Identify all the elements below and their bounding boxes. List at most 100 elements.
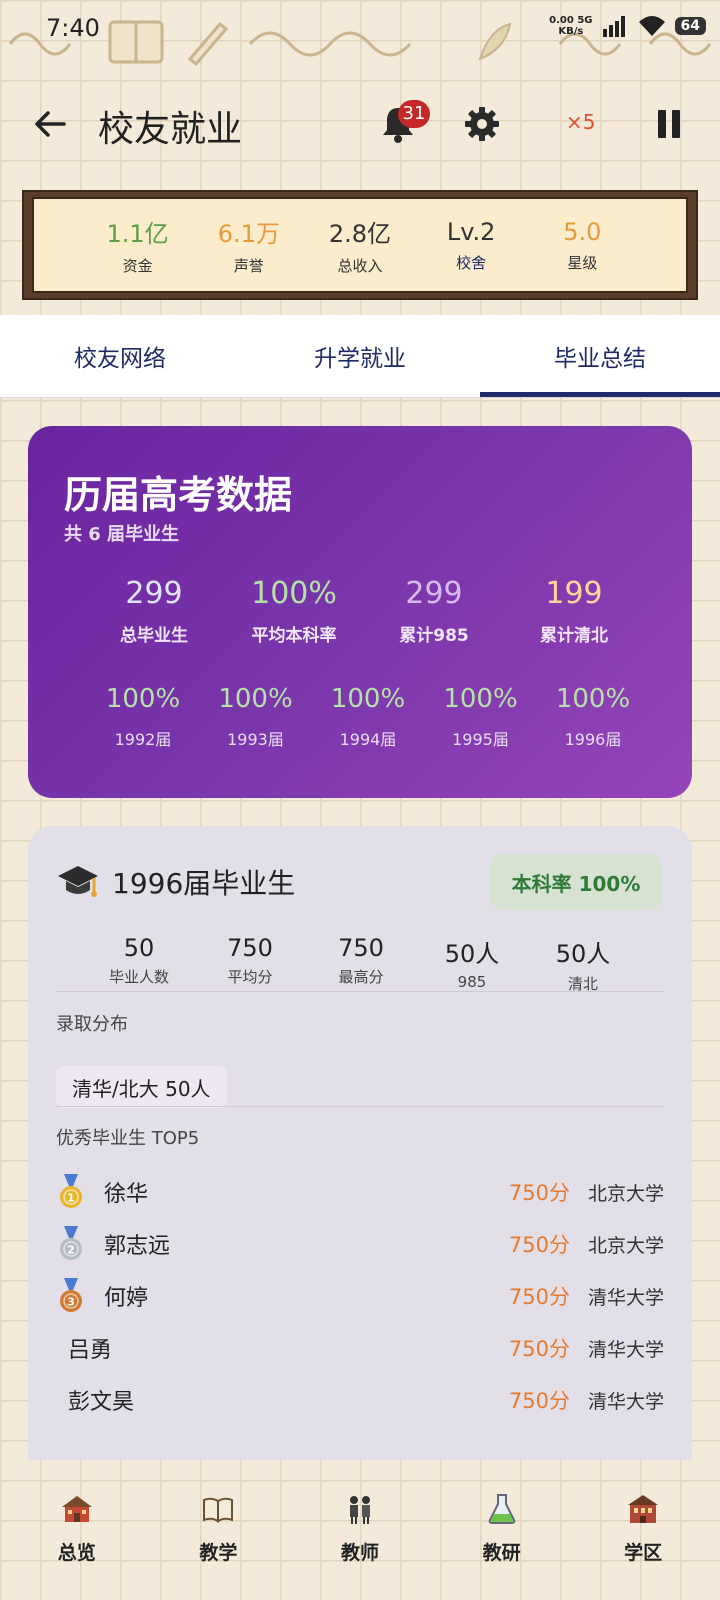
signal-icon bbox=[602, 16, 625, 37]
gear-icon bbox=[465, 107, 499, 141]
resource-stat-value: 6.1万 bbox=[217, 220, 280, 248]
student-school: 清华大学 bbox=[587, 1338, 664, 1361]
net-speed: 0.00 5G KB/s bbox=[549, 15, 593, 37]
top-student-row: 3 何婷 750分 清华大学 bbox=[56, 1270, 664, 1322]
status-time: 7:40 bbox=[46, 14, 100, 42]
summary-stat-label: 总毕业生 bbox=[120, 626, 188, 646]
student-name: 郭志远 bbox=[104, 1234, 171, 1259]
class-stat-label: 985 bbox=[457, 973, 487, 991]
year-rate: 100% 1994届 bbox=[313, 684, 423, 750]
resource-stat: Lv.2 校舍 bbox=[421, 199, 521, 291]
tab-bar: 校友网络 升学就业 毕业总结 bbox=[0, 315, 720, 397]
school-house-icon bbox=[60, 1492, 94, 1526]
student-school: 清华大学 bbox=[587, 1390, 664, 1413]
class-stat: 750 最高分 bbox=[306, 934, 416, 994]
nav-label: 教学 bbox=[199, 1542, 238, 1564]
summary-stat-value: 299 bbox=[405, 576, 463, 611]
nav-item-3[interactable]: 教师 bbox=[290, 1470, 430, 1600]
resource-stats-board: 1.1亿 资金 6.1万 声誉 2.8亿 总收入 Lv.2 校舍 5.0 星级 bbox=[22, 190, 698, 300]
student-school: 清华大学 bbox=[587, 1286, 664, 1309]
year-rate: 100% 1993届 bbox=[201, 684, 311, 750]
teachers-icon bbox=[343, 1492, 377, 1526]
tab-3[interactable]: 毕业总结 bbox=[480, 315, 720, 397]
medal-icon: 2 bbox=[56, 1226, 86, 1262]
wifi-icon bbox=[638, 16, 665, 36]
nav-item-4[interactable]: 教研 bbox=[432, 1470, 572, 1600]
bottom-navigation: 总览 教学 教师 教研 学区 bbox=[0, 1470, 720, 1600]
class-stat-label: 平均分 bbox=[227, 968, 273, 986]
student-school: 北京大学 bbox=[587, 1182, 664, 1205]
summary-title: 历届高考数据 bbox=[64, 473, 293, 517]
summary-stats: 299 总毕业生 100% 平均本科率 299 累计985 199 累计清北 bbox=[84, 576, 644, 646]
student-score: 750分 bbox=[508, 1389, 570, 1413]
resource-stat-value: Lv.2 bbox=[446, 217, 496, 246]
tab-2[interactable]: 升学就业 bbox=[240, 315, 480, 397]
summary-stat: 100% 平均本科率 bbox=[224, 576, 364, 646]
class-stat: 50 毕业人数 bbox=[84, 934, 194, 994]
nav-item-5[interactable]: 学区 bbox=[573, 1470, 713, 1600]
year-rate-label: 1993届 bbox=[227, 730, 284, 749]
tab-1[interactable]: 校友网络 bbox=[0, 315, 240, 397]
back-button[interactable] bbox=[30, 104, 70, 144]
admission-chip: 清华/北大 50人 bbox=[56, 1066, 227, 1108]
student-school: 北京大学 bbox=[587, 1234, 664, 1257]
nav-label: 学区 bbox=[624, 1542, 663, 1564]
resource-stat-label: 总收入 bbox=[337, 257, 383, 275]
pause-icon bbox=[658, 110, 666, 138]
class-stat-value: 50人 bbox=[555, 940, 611, 968]
summary-stat: 299 累计985 bbox=[364, 576, 504, 646]
arrow-left-icon bbox=[35, 111, 66, 137]
summary-stat-label: 累计清北 bbox=[540, 626, 608, 646]
summary-stat-value: 100% bbox=[251, 576, 337, 611]
summary-stat-value: 299 bbox=[125, 576, 183, 611]
resource-stat: 6.1万声誉 bbox=[199, 199, 299, 291]
student-score: 750分 bbox=[508, 1337, 570, 1361]
resource-stat: 1.1亿 资金 bbox=[88, 199, 188, 291]
top-student-row: 1 徐华 750分 北京大学 bbox=[56, 1166, 664, 1218]
nav-label: 教师 bbox=[340, 1542, 379, 1564]
resource-stat-label: 声誉 bbox=[233, 257, 264, 275]
resource-stat: 5.0 星级 bbox=[532, 199, 632, 291]
resource-stat-label: 校舍 bbox=[456, 253, 487, 272]
class-stat: 50人 清北 bbox=[528, 934, 638, 994]
year-rate-value: 100% bbox=[555, 684, 631, 714]
student-name: 徐华 bbox=[104, 1182, 149, 1207]
year-rate-label: 1992届 bbox=[114, 730, 172, 749]
summary-subtitle: 共 6 届毕业生 bbox=[64, 524, 180, 545]
year-rate-label: 1995届 bbox=[452, 730, 509, 749]
class-stat: 50人 985 bbox=[417, 934, 527, 994]
open-book-icon bbox=[201, 1492, 235, 1526]
year-rate: 100% 1995届 bbox=[426, 684, 536, 750]
summary-stat-label: 平均本科率 bbox=[251, 626, 337, 646]
page-title: 校友就业 bbox=[98, 109, 243, 150]
nav-item-2[interactable]: 教学 bbox=[148, 1470, 288, 1600]
tab-divider bbox=[0, 397, 720, 398]
flask-icon bbox=[485, 1492, 519, 1526]
battery-indicator: 64 bbox=[674, 17, 706, 35]
class-stat-value: 750 bbox=[227, 934, 273, 962]
year-rate-value: 100% bbox=[330, 684, 406, 714]
nav-label: 总览 bbox=[57, 1542, 96, 1564]
summary-stat: 199 累计清北 bbox=[504, 576, 644, 646]
yearly-rates: 100% 1992届 100% 1993届 100% 1994届 100% 1995届 100%… bbox=[88, 684, 648, 750]
nav-item-1[interactable]: 总览 bbox=[7, 1470, 147, 1600]
class-stat-value: 750 bbox=[338, 934, 384, 962]
year-rate-label: 1994届 bbox=[339, 730, 397, 749]
settings-button[interactable] bbox=[464, 106, 500, 142]
year-rate: 100% 1992届 bbox=[88, 684, 198, 750]
undergrad-rate-badge: 本科率 100% bbox=[490, 854, 662, 910]
svg-text:1: 1 bbox=[67, 1192, 75, 1205]
svg-text:2: 2 bbox=[67, 1244, 75, 1257]
student-name: 何婷 bbox=[104, 1286, 149, 1311]
pause-button[interactable] bbox=[658, 110, 684, 138]
student-score: 750分 bbox=[508, 1285, 570, 1309]
class-stat-label: 毕业人数 bbox=[108, 968, 169, 986]
year-rate-value: 100% bbox=[443, 684, 518, 714]
year-rate-value: 100% bbox=[218, 684, 293, 714]
resource-stat-label: 资金 bbox=[122, 257, 153, 275]
summary-stat-value: 199 bbox=[545, 576, 603, 611]
game-speed-button[interactable]: ×5 bbox=[566, 110, 595, 134]
divider bbox=[56, 991, 664, 992]
student-name: 彭文昊 bbox=[68, 1390, 135, 1415]
summary-stat-label: 累计985 bbox=[399, 626, 469, 646]
